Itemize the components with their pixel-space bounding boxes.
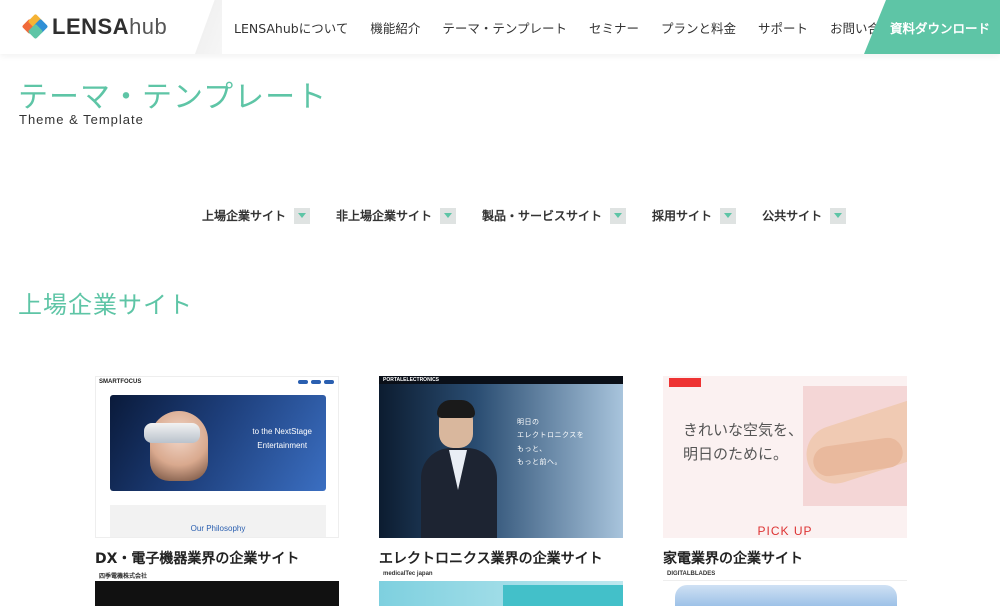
template-thumbnail: SMARTFOCUS to the NextStage Entertainment…: [95, 376, 339, 538]
page-title: テーマ・テンプレート: [18, 80, 328, 115]
filter-label: 採用サイト: [652, 209, 713, 223]
category-filters: 上場企業サイト 非上場企業サイト 製品・サービスサイト 採用サイト 公共サイト: [202, 207, 872, 224]
template-thumbnail: PORTALELECTRONICS 明日の エレクトロニクスを もっと、 もっと…: [379, 376, 623, 538]
thumb-copy: to the NextStage: [252, 427, 312, 436]
chevron-down-icon: [720, 207, 737, 224]
logo-mark-icon: [21, 13, 49, 40]
section-title: 上場企業サイト: [18, 291, 193, 319]
chevron-down-icon: [610, 207, 627, 224]
thumb-pickup: PICK UP: [757, 524, 813, 538]
chevron-down-icon: [440, 207, 457, 224]
nav-item-about[interactable]: LENSAhubについて: [234, 18, 348, 37]
chevron-down-icon: [830, 207, 847, 224]
thumb-hero-image: to the NextStage Entertainment: [110, 395, 326, 491]
filter-listed[interactable]: 上場企業サイト: [202, 207, 311, 224]
template-card-peek[interactable]: 四季電機株式会社: [95, 569, 339, 606]
template-card-peek[interactable]: medicalTec japan: [379, 569, 623, 606]
site-header: LENSAhub LENSAhubについて 機能紹介 テーマ・テンプレート セミ…: [0, 0, 1000, 54]
card-caption: エレクトロニクス業界の企業サイト: [379, 551, 603, 567]
thumb-nav: [298, 380, 334, 384]
header-divider: [192, 0, 222, 54]
filter-label: 公共サイト: [762, 209, 823, 223]
filter-products[interactable]: 製品・サービスサイト: [482, 207, 627, 224]
filter-label: 非上場企業サイト: [336, 209, 433, 223]
thumb-panel: Our Philosophy: [110, 505, 326, 537]
thumb-copy-block: 明日の エレクトロニクスを もっと、 もっと前へ。: [517, 418, 585, 466]
thumb-brand: PORTALELECTRONICS: [383, 377, 440, 383]
thumb-copy: Entertainment: [257, 440, 308, 450]
thumb-brand: SMARTFOCUS: [99, 379, 142, 385]
peek-brand: medicalTec japan: [383, 571, 433, 577]
peek-brand: 四季電機株式会社: [99, 574, 148, 580]
thumb-copy-block: きれいな空気を、 明日のために。: [683, 421, 804, 463]
filter-public[interactable]: 公共サイト: [762, 207, 847, 224]
template-card-peek[interactable]: DIGITALBLADES: [663, 569, 907, 606]
card-caption: DX・電子機器業界の企業サイト: [95, 551, 300, 567]
nav-item-templates[interactable]: テーマ・テンプレート: [442, 18, 567, 37]
filter-unlisted[interactable]: 非上場企業サイト: [336, 207, 457, 224]
template-card-electronics[interactable]: PORTALELECTRONICS 明日の エレクトロニクスを もっと、 もっと…: [379, 376, 623, 568]
nav-item-pricing[interactable]: プランと料金: [661, 18, 736, 37]
nav-item-features[interactable]: 機能紹介: [370, 18, 420, 37]
page-subtitle: Theme & Template: [19, 112, 144, 127]
logo[interactable]: LENSAhub: [21, 13, 168, 40]
template-card-dx[interactable]: SMARTFOCUS to the NextStage Entertainment…: [95, 376, 339, 568]
chevron-down-icon: [294, 207, 311, 224]
thumb-logo: [669, 378, 701, 387]
peek-brand: DIGITALBLADES: [667, 571, 716, 577]
filter-label: 製品・サービスサイト: [482, 209, 603, 223]
main-nav: LENSAhubについて 機能紹介 テーマ・テンプレート セミナー プランと料金…: [234, 0, 927, 54]
download-button[interactable]: 資料ダウンロード: [864, 0, 1000, 54]
filter-label: 上場企業サイト: [202, 209, 287, 223]
template-thumbnail: きれいな空気を、 明日のために。 PICK UP: [663, 376, 907, 538]
card-caption: 家電業界の企業サイト: [663, 551, 803, 567]
nav-item-seminar[interactable]: セミナー: [589, 18, 639, 37]
logo-text: LENSAhub: [52, 14, 168, 39]
template-card-appliances[interactable]: きれいな空気を、 明日のために。 PICK UP 家電業界の企業サイト: [663, 376, 907, 568]
filter-recruit[interactable]: 採用サイト: [652, 207, 737, 224]
nav-item-support[interactable]: サポート: [758, 18, 808, 37]
thumb-person-image: [421, 400, 497, 538]
